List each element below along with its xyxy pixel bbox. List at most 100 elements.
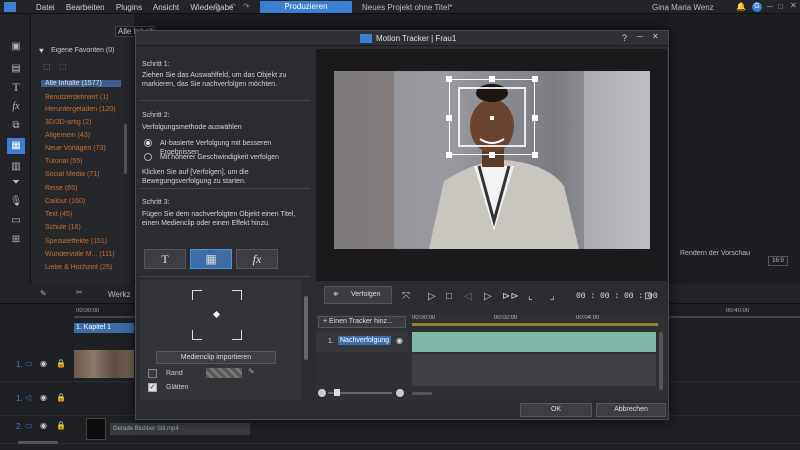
split-icon[interactable]: ✂ (76, 288, 83, 297)
render-preview-label[interactable]: Rendern der Vorschau (680, 250, 750, 257)
tracking-handle[interactable] (532, 152, 538, 158)
library-item[interactable]: Allgemein (43) (45, 132, 90, 139)
library-scrollbar[interactable] (124, 124, 127, 174)
play-icon[interactable]: ▷ (428, 291, 436, 302)
particle-room-icon[interactable]: ▥ (9, 161, 23, 173)
zoom-slider-thumb[interactable] (334, 389, 340, 396)
produce-button[interactable]: Produzieren (260, 1, 352, 13)
lock-icon[interactable]: 🔒 (56, 421, 66, 430)
help-icon[interactable]: ? (622, 33, 627, 43)
tracking-handle[interactable] (446, 76, 452, 82)
tracker-bar[interactable] (412, 332, 656, 352)
library-item[interactable]: Text (45) (45, 211, 72, 218)
mark-out-icon[interactable]: ⌟ (550, 291, 555, 302)
tracking-handle[interactable] (489, 76, 495, 82)
library-item[interactable]: Social Media (71) (45, 171, 99, 178)
tracking-handle[interactable] (446, 152, 452, 158)
redo-icon[interactable]: ↷ (243, 2, 250, 11)
lock-icon[interactable]: 🔒 (56, 393, 66, 402)
track-button[interactable]: ⌖ Verfolgen (324, 286, 392, 304)
menu-playback[interactable]: Wiedergabe (190, 3, 233, 12)
menu-file[interactable]: Datei (36, 3, 55, 12)
border-color-swatch[interactable] (206, 368, 242, 378)
tracking-handle[interactable] (489, 152, 495, 158)
video-room-icon[interactable]: ▤ (9, 63, 23, 75)
library-item[interactable]: Callout (160) (45, 198, 85, 205)
dialog-titlebar[interactable]: Motion Tracker | Frau1 ? ─ ✕ (136, 31, 668, 46)
settings-icon[interactable]: ⚙ (213, 2, 220, 11)
tag-icon[interactable]: ⬚ (43, 62, 51, 71)
library-item[interactable]: Alle Inhalte (1577) (41, 80, 121, 87)
undo-icon[interactable]: ↶ (229, 2, 236, 11)
tracker-ruler[interactable] (412, 323, 658, 326)
tracker-hscrollbar[interactable] (412, 392, 432, 395)
cancel-button[interactable]: Abbrechen (596, 403, 666, 417)
fast-forward-icon[interactable]: ⊳⊳ (502, 291, 519, 302)
library-item[interactable]: Heruntergeladen (120) (45, 106, 115, 113)
library-item[interactable]: Wundervolle M... (111) (45, 251, 115, 258)
clip-thumbnail[interactable] (86, 418, 106, 440)
media-room-icon[interactable]: ▣ (9, 41, 23, 53)
close-icon[interactable]: ✕ (652, 32, 659, 41)
eye-icon[interactable]: ◉ (40, 421, 47, 430)
tracker-row[interactable]: 1. Nachverfolgung ◉ (316, 332, 408, 352)
tracking-handle[interactable] (532, 115, 538, 121)
transition-room-icon[interactable]: ⧉ (9, 120, 23, 132)
eye-icon[interactable]: ◉ (396, 336, 403, 345)
subtitle-room-icon[interactable]: ▭ (9, 215, 23, 227)
library-item[interactable]: Liebe & Hochzeit (25) (45, 264, 112, 271)
add-media-button[interactable]: ▦ (190, 249, 232, 269)
maximize-icon[interactable]: □ (778, 2, 783, 11)
video-frame[interactable] (334, 71, 650, 249)
fast-tracking-label[interactable]: Mit höherer Geschwindigkeit verfolgen (160, 153, 310, 162)
microphone-icon[interactable]: 🎙 (9, 196, 23, 208)
chapter-room-icon[interactable]: ⊞ (9, 234, 23, 246)
eyedropper-icon[interactable]: ✎ (248, 367, 255, 376)
timeline-scrollbar[interactable] (18, 441, 58, 444)
steps-scrollbar[interactable] (304, 296, 308, 360)
add-effect-button[interactable]: fx (236, 249, 278, 269)
add-tracker-button[interactable]: + Einen Tracker hinz... (318, 316, 406, 328)
stop-icon[interactable]: □ (446, 291, 452, 302)
smooth-checkbox[interactable]: ✓ (148, 383, 157, 392)
template-room-icon[interactable]: ▦ (7, 138, 25, 154)
library-item[interactable]: Spezialeffekte (151) (45, 238, 107, 245)
minimize-icon[interactable]: ─ (767, 2, 773, 11)
tracking-handle[interactable] (532, 76, 538, 82)
ok-button[interactable]: OK (520, 403, 592, 417)
effect-room-icon[interactable]: fx (9, 101, 23, 113)
fast-tracking-radio[interactable] (144, 153, 152, 161)
zoom-out-icon[interactable] (318, 389, 326, 397)
snapshot-icon[interactable]: ⊡ (644, 291, 652, 302)
menu-plugins[interactable]: Plugins (116, 3, 142, 12)
minimize-icon[interactable]: ─ (637, 32, 643, 41)
import-media-button[interactable]: Medienclip importieren (156, 351, 276, 364)
chapter-marker[interactable]: 1. Kapitel 1 (74, 323, 134, 333)
menu-edit[interactable]: Bearbeiten (66, 3, 105, 12)
close-icon[interactable]: ✕ (790, 1, 797, 10)
filter-room-icon[interactable]: ⏷ (9, 177, 23, 189)
menu-view[interactable]: Ansicht (153, 3, 179, 12)
library-item[interactable]: 3D/3D-artig (2) (45, 119, 91, 126)
video-clip-thumbnail[interactable] (74, 350, 134, 378)
library-item[interactable]: Benutzerdefiniert (1) (45, 94, 108, 101)
border-checkbox[interactable] (148, 369, 157, 378)
lock-icon[interactable]: 🔒 (56, 359, 66, 368)
eye-icon[interactable]: ◉ (40, 393, 47, 402)
tracker-scrollbar[interactable] (659, 332, 663, 390)
tools-label[interactable]: Werkz (108, 290, 131, 299)
tracker-name[interactable]: Nachverfolgung (338, 336, 392, 345)
next-frame-icon[interactable]: ▷ (484, 291, 492, 302)
media-drop-area[interactable]: Medienclip importieren Rand ✎ ✓ Glätten (140, 280, 302, 400)
tag-remove-icon[interactable]: ⬚ (59, 62, 67, 71)
aspect-ratio-dropdown[interactable]: 16:9 (768, 256, 788, 266)
favorites-label[interactable]: Eigene Favoriten (0) (51, 47, 114, 54)
mark-in-icon[interactable]: ⌞ (528, 291, 533, 302)
tracking-handle[interactable] (446, 115, 452, 121)
user-avatar[interactable]: G (752, 2, 762, 12)
title-room-icon[interactable]: T (9, 81, 23, 93)
library-item[interactable]: Reise (65) (45, 185, 77, 192)
add-title-button[interactable]: T (144, 249, 186, 269)
ai-tracking-radio[interactable] (144, 139, 152, 147)
clip-label[interactable]: Gerade Blubber Stil.mp4 (110, 423, 250, 435)
